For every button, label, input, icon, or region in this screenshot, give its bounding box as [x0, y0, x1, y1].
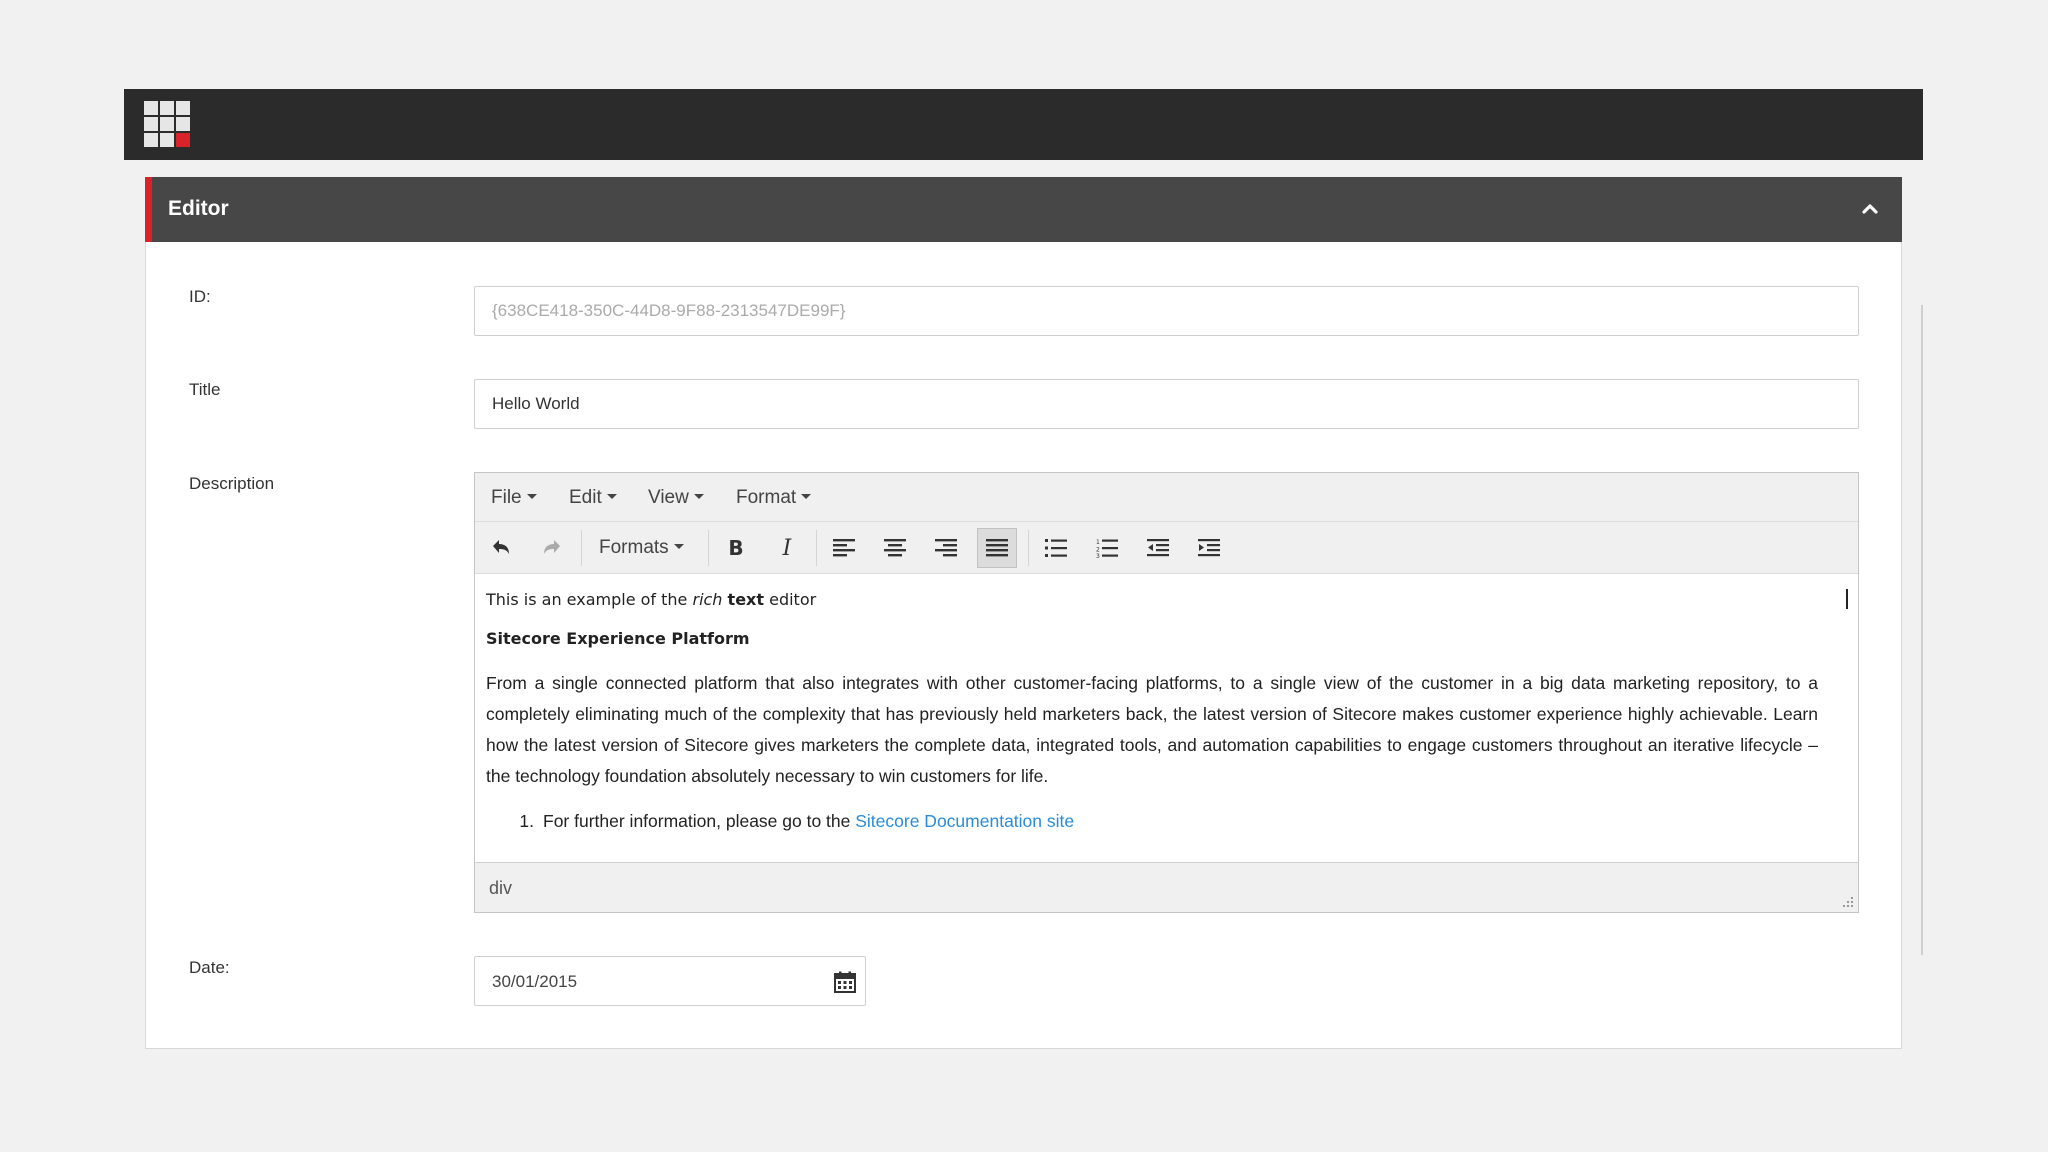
align-right-icon [935, 539, 957, 557]
bold-icon: B [728, 536, 744, 560]
content-paragraph: From a single connected platform that al… [486, 673, 1818, 786]
editor-menubar: File Edit View Format [475, 473, 1858, 522]
title-label: Title [189, 380, 221, 399]
intro-italic-text: rich [692, 590, 723, 609]
id-field[interactable] [474, 286, 1859, 336]
align-left-icon [833, 539, 855, 557]
align-center-icon [884, 539, 906, 557]
calendar-icon [834, 971, 856, 993]
menu-file-label: File [491, 487, 522, 508]
indent-icon [1198, 539, 1220, 557]
content-heading: Sitecore Experience Platform [486, 629, 750, 648]
outdent-icon [1147, 539, 1169, 557]
bullet-list-icon [1045, 539, 1067, 557]
align-center-button[interactable] [875, 528, 915, 568]
align-justify-button[interactable] [977, 528, 1017, 568]
toolbar-separator [581, 530, 582, 566]
svg-text:3: 3 [1096, 553, 1100, 558]
launchpad-grid-icon[interactable] [144, 101, 190, 147]
editor-statusbar: div [475, 862, 1858, 912]
list-item: 1. For further information, please go to … [486, 811, 1074, 832]
panel-title: Editor [168, 197, 229, 220]
intro-line: This is an example of the rich text edit… [486, 590, 816, 609]
editor-toolbar: Formats B I 123 [475, 522, 1858, 574]
italic-icon: I [782, 535, 792, 561]
calendar-button[interactable] [831, 968, 859, 996]
align-justify-icon [986, 539, 1008, 557]
caret-down-icon [801, 494, 812, 500]
align-left-button[interactable] [824, 528, 864, 568]
redo-icon [544, 540, 560, 554]
element-path[interactable]: div [489, 878, 512, 899]
date-field[interactable]: 30/01/2015 [474, 956, 866, 1006]
intro-bold-text: text [727, 590, 765, 609]
toolbar-separator [816, 530, 817, 566]
id-label: ID: [189, 287, 211, 306]
editor-panel: Editor ID: Title Description File Edit V… [145, 177, 1902, 1049]
menu-file[interactable]: File [491, 487, 537, 509]
caret-down-icon [693, 494, 704, 500]
rich-text-editor: File Edit View Format Formats B I 1 2 3 … [474, 472, 1859, 913]
scrollbar[interactable] [1921, 305, 1923, 955]
outdent-button[interactable] [1138, 528, 1178, 568]
numbered-list-icon: 123 [1096, 539, 1118, 558]
numbered-list-button[interactable]: 123 [1087, 528, 1127, 568]
align-right-button[interactable] [926, 528, 966, 568]
menu-edit[interactable]: Edit [569, 487, 617, 509]
undo-button[interactable] [481, 528, 521, 568]
text-caret [1846, 589, 1848, 609]
toolbar-separator [708, 530, 709, 566]
menu-view-label: View [648, 487, 689, 508]
bullet-list-button[interactable] [1036, 528, 1076, 568]
documentation-link[interactable]: Sitecore Documentation site [855, 811, 1074, 831]
list-text: For further information, please go to th… [543, 811, 856, 831]
menu-view[interactable]: View [648, 487, 704, 509]
description-label: Description [189, 474, 275, 493]
formats-dropdown[interactable]: Formats [599, 537, 684, 559]
indent-button[interactable] [1189, 528, 1229, 568]
caret-down-icon [606, 494, 617, 500]
date-value: 30/01/2015 [492, 972, 578, 991]
menu-format-label: Format [736, 487, 797, 508]
top-bar [124, 89, 1923, 160]
caret-down-icon [673, 544, 684, 550]
bold-button[interactable]: B [716, 528, 756, 568]
italic-button[interactable]: I [767, 528, 807, 568]
editor-content[interactable]: This is an example of the rich text edit… [475, 575, 1858, 863]
list-number: 1. [519, 811, 534, 831]
toolbar-separator [1028, 530, 1029, 566]
redo-button[interactable] [532, 528, 572, 568]
caret-down-icon [526, 494, 537, 500]
menu-format[interactable]: Format [736, 487, 812, 509]
menu-edit-label: Edit [569, 487, 602, 508]
title-field[interactable] [474, 379, 1859, 429]
chevron-up-icon[interactable] [1860, 199, 1880, 219]
intro-text: This is an example of the [486, 590, 693, 609]
svg-text:1: 1 [1096, 539, 1100, 546]
intro-text-end: editor [764, 590, 817, 609]
date-label: Date: [189, 958, 230, 977]
resize-handle-icon[interactable] [1841, 895, 1855, 909]
undo-icon [493, 540, 509, 554]
formats-label: Formats [599, 537, 669, 558]
panel-header[interactable]: Editor [145, 177, 1902, 242]
